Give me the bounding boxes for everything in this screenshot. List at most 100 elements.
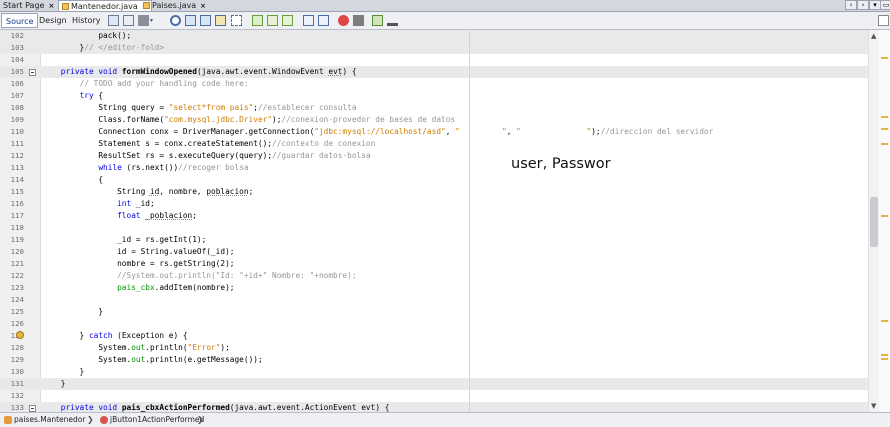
code-line[interactable]: 113 while (rs.next())//recoger bolsa (0, 162, 868, 174)
warning-mark[interactable] (881, 116, 888, 118)
code-line[interactable]: 110 Connection conx = DriverManager.getC… (0, 126, 868, 138)
tab-label: Start Page (3, 1, 45, 10)
tab-mantenedor[interactable]: Mantenedor.java× (58, 0, 152, 11)
code-text: _id = rs.getInt(1); (42, 235, 207, 244)
code-text: String query = "select*from pais";//esta… (42, 103, 357, 112)
selection-icon[interactable] (231, 15, 242, 26)
code-line[interactable]: 107 try { (0, 90, 868, 102)
line-number: 114 (10, 175, 24, 184)
toggle-bookmark-icon[interactable] (252, 15, 263, 26)
code-line[interactable]: 104 (0, 54, 868, 66)
chevron-down-icon[interactable]: ▾ (150, 15, 157, 26)
code-line[interactable]: 109 Class.forName("com.mysql.jdbc.Driver… (0, 114, 868, 126)
code-line[interactable]: 119 _id = rs.getInt(1); (0, 234, 868, 246)
code-line[interactable]: 122 //System.out.println("Id: "+id+" Nom… (0, 270, 868, 282)
previous-bookmark-icon[interactable] (267, 15, 278, 26)
last-edit-icon[interactable] (108, 15, 119, 26)
code-line[interactable]: 128 System.out.println("Error"); (0, 342, 868, 354)
code-line[interactable]: 129 System.out.println(e.getMessage()); (0, 354, 868, 366)
code-line[interactable]: 130 } (0, 366, 868, 378)
code-line[interactable]: 131 } (0, 378, 868, 390)
tab-scroll-left-button[interactable]: ‹ (845, 0, 857, 10)
uncomment-icon[interactable] (387, 15, 398, 26)
code-line[interactable]: 114 { (0, 174, 868, 186)
tab-paises[interactable]: Paises.java × (140, 0, 209, 11)
breadcrumb: paises.Mantenedor ❯ jButton1ActionPerfor… (0, 412, 890, 427)
line-number: 108 (10, 103, 24, 112)
warning-icon[interactable] (16, 331, 24, 339)
warning-mark[interactable] (881, 57, 888, 59)
fold-toggle-icon[interactable] (29, 69, 36, 76)
scroll-down-icon[interactable]: ▼ (871, 402, 876, 410)
method-icon (100, 416, 108, 424)
split-window-icon[interactable] (878, 15, 889, 26)
close-icon[interactable]: × (200, 2, 206, 10)
back-icon[interactable] (123, 15, 134, 26)
code-line[interactable]: 121 nombre = rs.getString(2); (0, 258, 868, 270)
code-line[interactable]: 127 } catch (Exception e) { (0, 330, 868, 342)
code-text: } (42, 307, 104, 316)
warning-mark[interactable] (881, 143, 888, 145)
code-text: System.out.println(e.getMessage()); (42, 355, 263, 364)
tab-source[interactable]: Source (1, 13, 39, 28)
warning-mark[interactable] (881, 354, 888, 356)
line-number: 106 (10, 79, 24, 88)
tab-start-page[interactable]: Start Page × (0, 0, 57, 11)
find-previous-icon[interactable] (185, 15, 196, 26)
code-text: // TODO add your handling code here: (79, 79, 249, 88)
search-icon[interactable] (170, 15, 181, 26)
error-stripe[interactable] (879, 30, 890, 412)
highlight-icon[interactable] (215, 15, 226, 26)
code-line[interactable]: 111 Statement s = conx.createStatement()… (0, 138, 868, 150)
shift-right-icon[interactable] (318, 15, 329, 26)
code-line[interactable]: 112 ResultSet rs = s.executeQuery(query)… (0, 150, 868, 162)
code-text: { (42, 175, 104, 184)
fold-toggle-icon[interactable] (29, 405, 36, 412)
tab-history[interactable]: History (68, 13, 104, 28)
next-bookmark-icon[interactable] (282, 15, 293, 26)
warning-mark[interactable] (881, 320, 888, 322)
record-macro-icon[interactable] (338, 15, 349, 26)
scrollbar-thumb[interactable] (870, 197, 878, 247)
code-line[interactable]: 117 float _poblacion; (0, 210, 868, 222)
stop-macro-icon[interactable] (353, 15, 364, 26)
code-text: float _poblacion; (117, 211, 197, 220)
code-line[interactable]: 123 pais_cbx.addItem(nombre); (0, 282, 868, 294)
tab-scroll-right-button[interactable]: › (857, 0, 869, 10)
shift-left-icon[interactable] (303, 15, 314, 26)
scroll-up-icon[interactable]: ▲ (871, 32, 876, 40)
tab-design[interactable]: Design (35, 13, 71, 28)
class-icon (4, 416, 12, 424)
warning-mark[interactable] (881, 358, 888, 360)
code-line[interactable]: 132 (0, 390, 868, 402)
code-line[interactable]: 116 int _id; (0, 198, 868, 210)
code-line[interactable]: 115 String id, nombre, poblacion; (0, 186, 868, 198)
code-line[interactable]: 108 String query = "select*from pais";//… (0, 102, 868, 114)
code-line[interactable]: 120 id = String.valueOf(_id); (0, 246, 868, 258)
breadcrumb-item-class[interactable]: paises.Mantenedor (4, 413, 85, 426)
editor-toolbar: Source Design History ▾ (0, 12, 890, 30)
close-icon[interactable]: × (48, 2, 54, 10)
code-line[interactable]: 125 } (0, 306, 868, 318)
code-line[interactable]: 106 // TODO add your handling code here: (0, 78, 868, 90)
code-text: }// </editor-fold> (42, 43, 165, 52)
code-line[interactable]: 102 pack(); (0, 30, 868, 42)
breadcrumb-item-method[interactable]: jButton1ActionPerformed (100, 413, 204, 426)
code-text: String id, nombre, poblacion; (42, 187, 254, 196)
comment-icon[interactable] (372, 15, 383, 26)
code-text: ResultSet rs = s.executeQuery(query);//g… (42, 151, 371, 160)
code-line[interactable]: 118 (0, 222, 868, 234)
code-editor[interactable]: 102 pack(); 103 }// </editor-fold> 104 105 … (0, 30, 890, 412)
restore-window-button[interactable]: ▭ (880, 0, 890, 10)
line-number: 121 (10, 259, 24, 268)
forward-icon[interactable] (138, 15, 149, 26)
code-line[interactable]: 124 (0, 294, 868, 306)
code-line[interactable]: 105 private void formWindowOpened(java.a… (0, 66, 868, 78)
code-line[interactable]: 103 }// </editor-fold> (0, 42, 868, 54)
warning-mark[interactable] (881, 128, 888, 130)
code-line[interactable]: 133 private void pais_cbxActionPerformed… (0, 402, 868, 412)
find-next-icon[interactable] (200, 15, 211, 26)
right-margin-guide (469, 30, 470, 412)
warning-mark[interactable] (881, 215, 888, 217)
code-line[interactable]: 126 (0, 318, 868, 330)
